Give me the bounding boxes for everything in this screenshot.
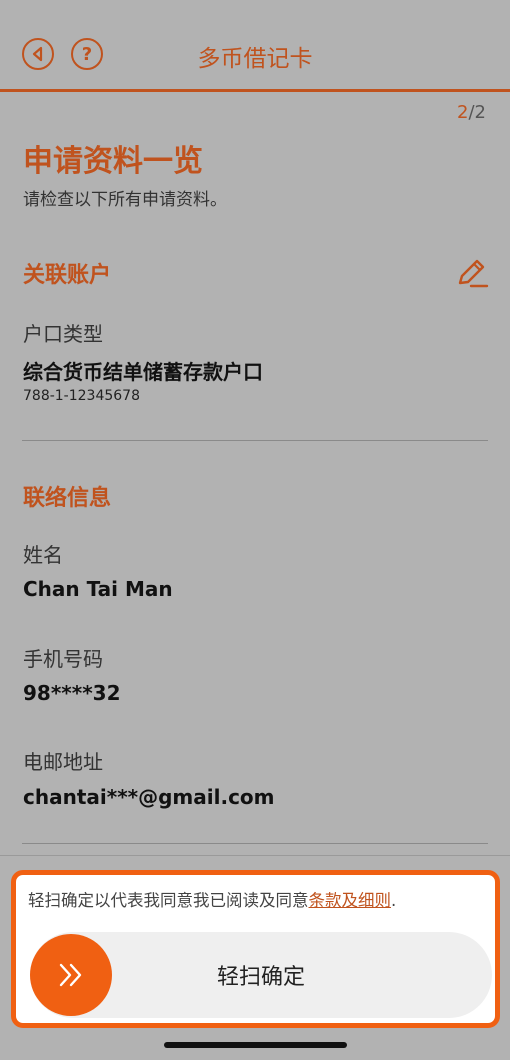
edit-pencil-icon[interactable]: [454, 255, 490, 291]
terms-link[interactable]: 条款及细则: [309, 891, 392, 910]
step-current: 2: [457, 102, 469, 123]
email-value: chantai***@gmail.com: [23, 785, 275, 809]
account-type-value: 综合货币结单储蓄存款户口: [23, 360, 263, 384]
email-label: 电邮地址: [23, 750, 103, 774]
consent-text: 轻扫确定以代表我同意我已阅读及同意条款及细则.: [28, 887, 396, 911]
app-header: ? 多币借记卡: [0, 0, 510, 92]
header-title: 多币借记卡: [197, 46, 313, 72]
home-indicator: [164, 1042, 347, 1048]
double-chevron-right-icon: [59, 963, 82, 987]
consent-period: .: [391, 891, 397, 910]
swipe-confirm-slider[interactable]: 轻扫确定: [30, 932, 492, 1018]
linked-account-section-title: 关联账户: [23, 263, 112, 288]
mobile-label: 手机号码: [23, 647, 103, 671]
name-value: Chan Tai Man: [23, 577, 173, 601]
consent-statement: 轻扫确定以代表我同意我已阅读及同意: [28, 891, 309, 910]
step-indicator: 2/2: [457, 102, 486, 123]
section-divider: [22, 440, 488, 441]
section-divider: [22, 843, 488, 844]
name-label: 姓名: [23, 543, 63, 567]
page-subtitle: 请检查以下所有申请资料。: [23, 190, 227, 210]
swipe-handle[interactable]: [30, 934, 112, 1016]
swipe-confirm-box: 轻扫确定以代表我同意我已阅读及同意条款及细则. 轻扫确定: [11, 870, 500, 1028]
account-type-label: 户口类型: [23, 322, 103, 346]
account-number: 788-1-12345678: [23, 388, 140, 404]
step-total: /2: [468, 102, 486, 123]
contact-section-title: 联络信息: [23, 486, 112, 511]
mobile-value: 98****32: [23, 681, 121, 705]
page-title: 申请资料一览: [23, 144, 203, 179]
